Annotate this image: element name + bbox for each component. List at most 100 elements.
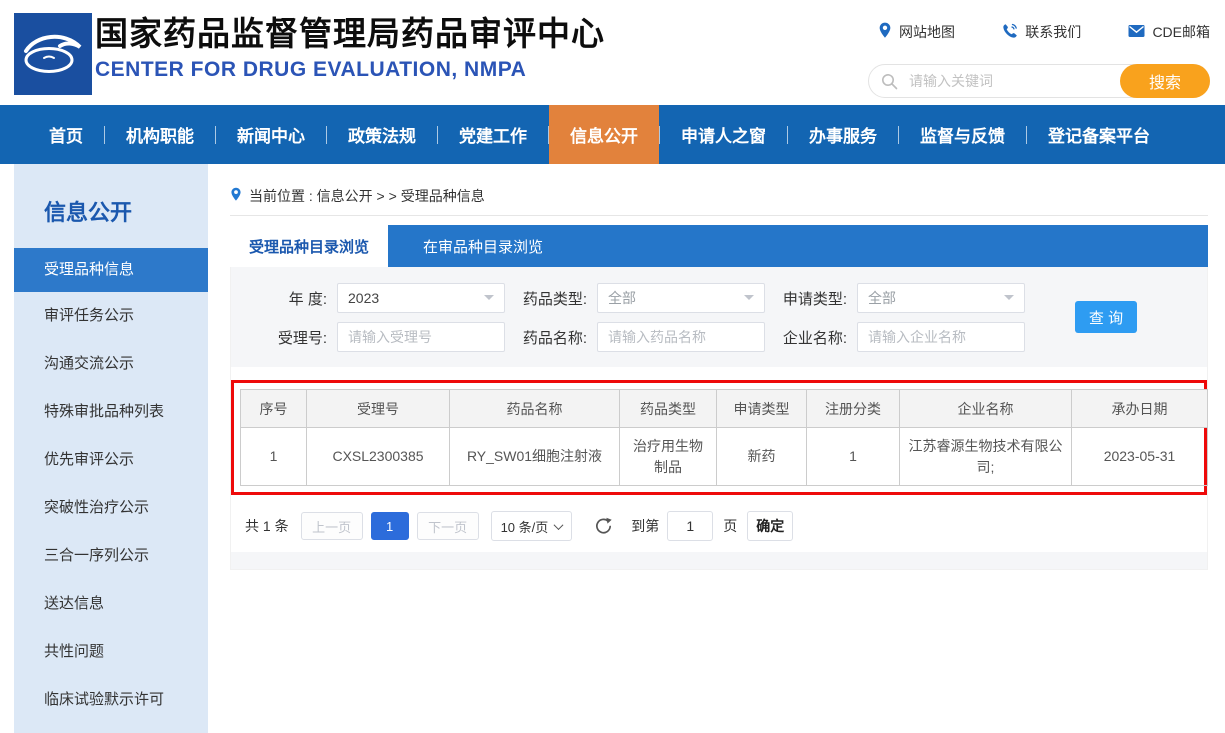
filter-select-value: 全部 — [868, 288, 896, 308]
sidebar-item-2[interactable]: 审评任务公示 — [14, 292, 208, 340]
main-content: 当前位置 : 信息公开 > > 受理品种信息 受理品种目录浏览在审品种目录浏览 … — [230, 164, 1208, 733]
sidebar-item-10[interactable]: 临床试验默示许可 — [14, 676, 208, 724]
refresh-icon[interactable] — [594, 517, 613, 536]
sidebar-item-5[interactable]: 优先审评公示 — [14, 436, 208, 484]
nav-item-5[interactable]: 党建工作 — [438, 105, 548, 164]
site-subtitle: CENTER FOR DRUG EVALUATION, NMPA — [95, 58, 605, 82]
filter-input[interactable] — [868, 324, 1014, 350]
filter-label: 年 度: — [257, 288, 337, 309]
tab-bar: 受理品种目录浏览在审品种目录浏览 — [230, 225, 1208, 267]
filter-field: 企业名称: — [777, 322, 1025, 352]
table-cell: CXSL2300385 — [307, 428, 450, 486]
contact-label: 联系我们 — [1025, 22, 1081, 42]
filter-label: 企业名称: — [777, 327, 857, 348]
table-cell: 2023-05-31 — [1072, 428, 1208, 486]
sidebar-title: 信息公开 — [44, 195, 208, 227]
sidebar-item-4[interactable]: 特殊审批品种列表 — [14, 388, 208, 436]
sidebar-item-1[interactable]: 受理品种信息 — [14, 248, 208, 292]
contact-link[interactable]: 联系我们 — [1002, 22, 1081, 42]
header-quick-links: 网站地图 联系我们 CDE邮箱 — [878, 22, 1210, 42]
table-row: 1CXSL2300385RY_SW01细胞注射液治疗用生物制品新药1江苏睿源生物… — [241, 428, 1208, 486]
table-header-cell: 药品名称 — [450, 390, 620, 428]
table-cell: 1 — [241, 428, 307, 486]
page-size-value: 10 条/页 — [501, 517, 549, 536]
table-header-cell: 序号 — [241, 390, 307, 428]
current-page-button[interactable]: 1 — [371, 512, 409, 540]
nav-item-3[interactable]: 新闻中心 — [216, 105, 326, 164]
site-header: 国家药品监督管理局药品审评中心 CENTER FOR DRUG EVALUATI… — [0, 0, 1225, 105]
table-body: 1CXSL2300385RY_SW01细胞注射液治疗用生物制品新药1江苏睿源生物… — [241, 428, 1208, 486]
filter-field: 药品名称: — [517, 322, 765, 352]
filter-field: 年 度: 2023 — [257, 283, 505, 313]
nav-item-9[interactable]: 监督与反馈 — [899, 105, 1026, 164]
mail-icon — [1128, 24, 1145, 41]
prev-page-button[interactable]: 上一页 — [301, 512, 363, 540]
next-page-button[interactable]: 下一页 — [417, 512, 479, 540]
filter-row: 年 度: 2023 药品类型:全部申请类型: 全部 — [231, 283, 1207, 313]
filter-form: 年 度: 2023 药品类型:全部申请类型: 全部受理号: 药品名称: 企业名称: 查 询 — [231, 267, 1207, 367]
pagination: 共 1 条 上一页 1 下一页 10 条/页 到第 页 确定 — [231, 511, 1207, 541]
filter-input-wrap — [857, 322, 1025, 352]
table-cell: 治疗用生物制品 — [620, 428, 717, 486]
site-titles: 国家药品监督管理局药品审评中心 CENTER FOR DRUG EVALUATI… — [95, 13, 605, 82]
table-header-cell: 注册分类 — [807, 390, 900, 428]
tab-1[interactable]: 受理品种目录浏览 — [230, 225, 388, 267]
nav-item-1[interactable]: 首页 — [28, 105, 104, 164]
table-cell: 江苏睿源生物技术有限公司; — [900, 428, 1072, 486]
highlight-red-box: 序号受理号药品名称药品类型申请类型注册分类企业名称承办日期 1CXSL23003… — [231, 380, 1207, 495]
sidebar-item-7[interactable]: 三合一序列公示 — [14, 532, 208, 580]
header-search: 搜索 — [868, 64, 1210, 98]
sidebar-item-8[interactable]: 送达信息 — [14, 580, 208, 628]
filter-rows: 年 度: 2023 药品类型:全部申请类型: 全部受理号: 药品名称: 企业名称: — [231, 283, 1207, 352]
table-header-cell: 企业名称 — [900, 390, 1072, 428]
filter-input[interactable] — [608, 324, 754, 350]
filter-label: 申请类型: — [777, 288, 857, 309]
pagination-total: 共 1 条 — [245, 516, 289, 536]
breadcrumb-pin-icon — [230, 187, 242, 205]
tab-2[interactable]: 在审品种目录浏览 — [388, 225, 578, 267]
nav-item-7[interactable]: 申请人之窗 — [660, 105, 787, 164]
sidebar-item-3[interactable]: 沟通交流公示 — [14, 340, 208, 388]
table-cell: 新药 — [717, 428, 807, 486]
nav-item-6[interactable]: 信息公开 — [549, 105, 659, 164]
mailbox-label: CDE邮箱 — [1152, 22, 1210, 42]
goto-page-input[interactable] — [667, 511, 713, 541]
caret-down-icon — [1004, 295, 1014, 305]
table-cell: 1 — [807, 428, 900, 486]
filter-select[interactable]: 全部 — [857, 283, 1025, 313]
goto-page-label: 到第 — [631, 516, 659, 536]
filter-select[interactable]: 全部 — [597, 283, 765, 313]
swan-logo-icon — [22, 27, 84, 82]
mailbox-link[interactable]: CDE邮箱 — [1128, 22, 1210, 42]
chevron-down-icon — [554, 520, 564, 530]
phone-icon — [1002, 23, 1018, 42]
sidebar-item-9[interactable]: 共性问题 — [14, 628, 208, 676]
filter-input[interactable] — [348, 324, 494, 350]
nav-item-10[interactable]: 登记备案平台 — [1027, 105, 1171, 164]
filter-select-value: 2023 — [348, 290, 379, 306]
sitemap-link[interactable]: 网站地图 — [878, 22, 955, 42]
goto-page-unit: 页 — [723, 516, 737, 536]
table-header-cell: 承办日期 — [1072, 390, 1208, 428]
search-button[interactable]: 搜索 — [1120, 64, 1210, 98]
content-panel: 年 度: 2023 药品类型:全部申请类型: 全部受理号: 药品名称: 企业名称: 查 询… — [230, 267, 1208, 570]
results-table: 序号受理号药品名称药品类型申请类型注册分类企业名称承办日期 1CXSL23003… — [240, 389, 1208, 486]
confirm-button[interactable]: 确定 — [747, 511, 793, 541]
table-header-cell: 申请类型 — [717, 390, 807, 428]
page-size-select[interactable]: 10 条/页 — [491, 511, 573, 541]
filter-select[interactable]: 2023 — [337, 283, 505, 313]
sidebar-item-6[interactable]: 突破性治疗公示 — [14, 484, 208, 532]
nav-item-2[interactable]: 机构职能 — [105, 105, 215, 164]
breadcrumb-text: 当前位置 : 信息公开 > > 受理品种信息 — [249, 186, 485, 206]
main-nav: 首页机构职能新闻中心政策法规党建工作信息公开申请人之窗办事服务监督与反馈登记备案… — [0, 105, 1225, 164]
sidebar-items: 受理品种信息审评任务公示沟通交流公示特殊审批品种列表优先审评公示突破性治疗公示三… — [14, 248, 208, 724]
nav-item-8[interactable]: 办事服务 — [788, 105, 898, 164]
caret-down-icon — [484, 295, 494, 305]
caret-down-icon — [744, 295, 754, 305]
query-button[interactable]: 查 询 — [1075, 301, 1137, 333]
location-pin-icon — [878, 22, 892, 42]
filter-field: 药品类型:全部 — [517, 283, 765, 313]
nav-item-4[interactable]: 政策法规 — [327, 105, 437, 164]
site-title: 国家药品监督管理局药品审评中心 — [95, 13, 605, 54]
filter-label: 受理号: — [257, 327, 337, 348]
